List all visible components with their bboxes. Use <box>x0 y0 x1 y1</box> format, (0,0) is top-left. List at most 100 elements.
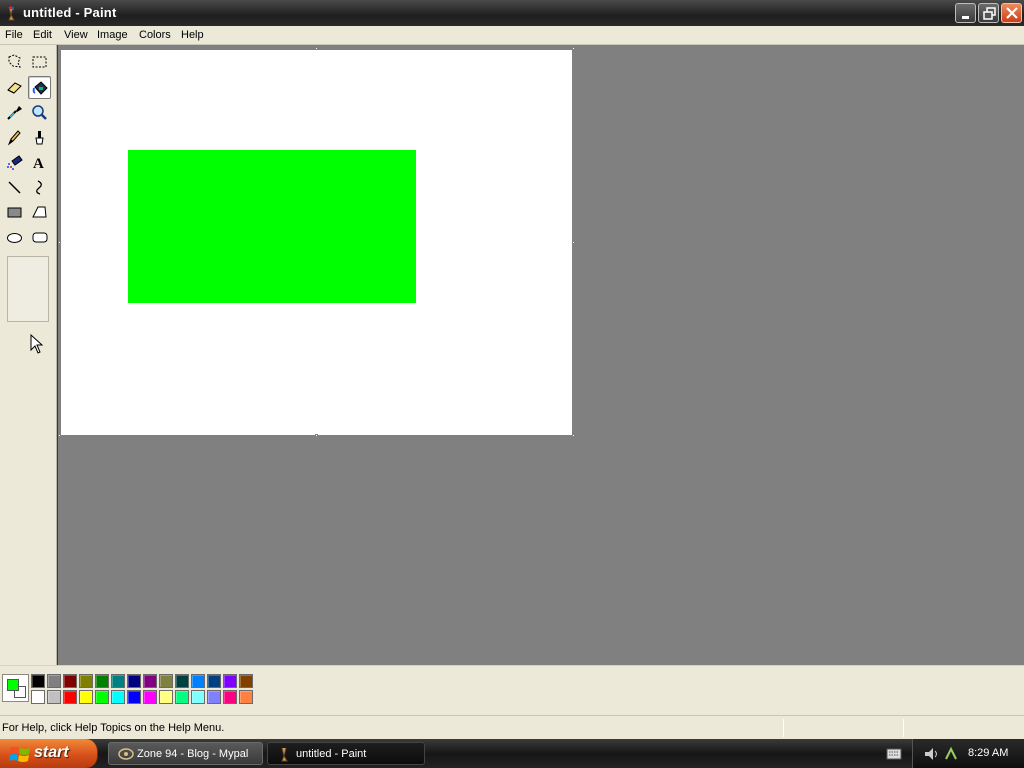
clock[interactable]: 8:29 AM <box>968 747 1008 759</box>
color-swatch[interactable] <box>239 674 253 688</box>
text-tool-glyph: A <box>33 156 44 172</box>
workspace <box>58 45 1024 665</box>
color-swatch[interactable] <box>207 674 221 688</box>
canvas-handle-top <box>315 47 318 50</box>
system-tray: 8:29 AM <box>912 739 1024 768</box>
windows-logo-icon <box>9 747 30 762</box>
color-swatch[interactable] <box>111 690 125 704</box>
canvas-resize-bottom[interactable] <box>315 434 318 437</box>
tool-curve[interactable] <box>28 176 51 199</box>
network-icon[interactable] <box>943 746 959 762</box>
pencil-icon <box>7 130 21 146</box>
color-swatch[interactable] <box>63 690 77 704</box>
color-swatch[interactable] <box>159 674 173 688</box>
color-swatch[interactable] <box>111 674 125 688</box>
status-help-text: For Help, click Help Topics on the Help … <box>2 722 225 734</box>
menu-colors[interactable]: Colors <box>139 29 171 41</box>
title-bar[interactable]: untitled - Paint <box>0 0 1024 26</box>
toolbox: A <box>0 45 57 665</box>
close-icon <box>1006 7 1018 19</box>
paint-app-icon <box>281 747 288 762</box>
color-swatch[interactable] <box>95 674 109 688</box>
airbrush-icon <box>7 155 23 170</box>
tool-magnifier[interactable] <box>28 101 51 124</box>
speaker-icon[interactable] <box>923 746 941 762</box>
tool-ellipse[interactable] <box>3 226 26 249</box>
canvas-handle-bottom-left <box>58 434 61 437</box>
menu-image[interactable]: Image <box>97 29 128 41</box>
curve-icon <box>36 180 42 195</box>
menu-file[interactable]: File <box>5 29 23 41</box>
status-divider <box>903 719 904 737</box>
color-palette <box>0 665 1024 715</box>
brush-icon <box>35 131 44 145</box>
tool-rectangle[interactable] <box>3 201 26 224</box>
color-swatch[interactable] <box>47 674 61 688</box>
keyboard-icon[interactable] <box>886 747 902 761</box>
canvas-resize-right[interactable] <box>572 241 575 244</box>
color-swatch[interactable] <box>127 674 141 688</box>
color-swatch[interactable] <box>159 690 173 704</box>
tool-rounded-rectangle[interactable] <box>28 226 51 249</box>
color-swatch[interactable] <box>79 674 93 688</box>
color-swatch[interactable] <box>191 674 205 688</box>
green-rectangle-shape <box>128 150 416 303</box>
canvas-handle-left <box>58 241 61 244</box>
taskbar: start Zone 94 - Blog - Mypal untitled - … <box>0 739 1024 768</box>
start-button[interactable]: start <box>0 739 98 768</box>
window-title: untitled - Paint <box>23 5 117 20</box>
tool-pick-color[interactable] <box>3 101 26 124</box>
minimize-button[interactable] <box>955 3 976 23</box>
tool-line[interactable] <box>3 176 26 199</box>
color-swatch[interactable] <box>47 690 61 704</box>
color-swatch[interactable] <box>79 690 93 704</box>
color-swatch[interactable] <box>175 674 189 688</box>
tool-eraser[interactable] <box>3 76 26 99</box>
paint-bucket-icon <box>32 81 48 95</box>
color-swatch[interactable] <box>143 690 157 704</box>
close-button[interactable] <box>1001 3 1022 23</box>
text-icon: A <box>33 156 44 172</box>
color-swatch[interactable] <box>239 690 253 704</box>
tool-free-form-select[interactable] <box>3 50 26 73</box>
eyedropper-icon <box>7 106 22 120</box>
color-swatch[interactable] <box>143 674 157 688</box>
color-swatch[interactable] <box>95 690 109 704</box>
magnifier-icon <box>32 105 47 120</box>
color-swatch[interactable] <box>223 674 237 688</box>
canvas-resize-corner[interactable] <box>572 434 575 437</box>
mouse-cursor-icon <box>30 334 44 354</box>
status-bar: For Help, click Help Topics on the Help … <box>0 715 1024 739</box>
tool-text[interactable]: A <box>28 151 51 174</box>
polygon-icon <box>32 206 47 218</box>
line-icon <box>8 181 21 194</box>
tool-brush[interactable] <box>28 126 51 149</box>
drawing-canvas[interactable] <box>61 50 572 435</box>
color-swatch[interactable] <box>175 690 189 704</box>
menu-view[interactable]: View <box>64 29 88 41</box>
tool-select[interactable] <box>28 50 51 73</box>
tool-fill-with-color[interactable] <box>28 76 51 99</box>
tool-polygon[interactable] <box>28 201 51 224</box>
color-swatch[interactable] <box>127 690 141 704</box>
eraser-icon <box>7 82 22 94</box>
mypal-icon <box>118 748 134 760</box>
color-swatch[interactable] <box>31 690 45 704</box>
color-swatch[interactable] <box>31 674 45 688</box>
taskbar-item-paint[interactable]: untitled - Paint <box>267 742 425 765</box>
menu-help[interactable]: Help <box>181 29 204 41</box>
taskbar-item-mypal[interactable]: Zone 94 - Blog - Mypal <box>108 742 263 765</box>
color-swatch[interactable] <box>223 690 237 704</box>
tool-options-panel[interactable] <box>7 256 49 322</box>
rectangle-icon <box>7 207 22 218</box>
canvas-handle-top-right <box>572 47 575 50</box>
color-swatch[interactable] <box>63 674 77 688</box>
color-swatch[interactable] <box>207 690 221 704</box>
paint-app-icon[interactable] <box>4 5 20 21</box>
color-swatch[interactable] <box>191 690 205 704</box>
restore-button[interactable] <box>978 3 999 23</box>
tool-pencil[interactable] <box>3 126 26 149</box>
menu-edit[interactable]: Edit <box>33 29 52 41</box>
current-colors[interactable] <box>2 674 29 702</box>
tool-airbrush[interactable] <box>3 151 26 174</box>
